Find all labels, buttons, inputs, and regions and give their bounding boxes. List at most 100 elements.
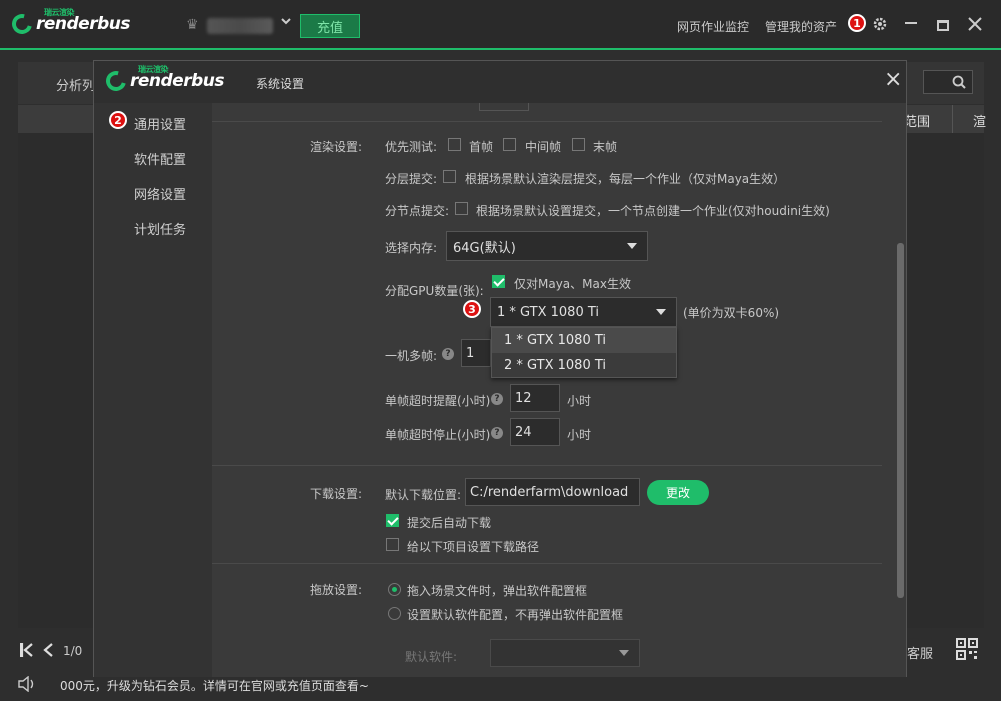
timeout-warn-label: 单帧超时提醒(小时) [385,394,491,408]
help-icon[interactable]: ? [491,427,503,439]
status-marquee: 000元，升级为钻石会员。详情可在官网或充值页面查看~ [60,679,369,693]
search-icon[interactable] [952,75,966,92]
column-render[interactable]: 渲 [973,111,986,130]
gpu-option[interactable]: 2 * GTX 1080 Ti [492,353,676,378]
divider [212,465,882,466]
qr-code-icon[interactable] [956,638,978,663]
auto-download-checkbox[interactable] [386,514,399,527]
sidebar-item-software[interactable]: 软件配置 [134,149,186,168]
crown-icon: ♛ [186,17,199,33]
column-range[interactable]: 范围 [904,111,930,130]
memory-select[interactable]: 64G(默认) [446,231,648,261]
close-window-icon[interactable] [967,16,983,35]
default-software-label: 默认软件: [405,650,458,664]
multi-frame-input[interactable]: 1 [461,339,491,367]
gpu-count-dropdown: 1 * GTX 1080 Ti 2 * GTX 1080 Ti [491,327,677,378]
minimize-icon[interactable] [905,22,917,24]
timeout-stop-input[interactable]: 24 [510,418,560,446]
speaker-icon[interactable] [17,675,37,695]
last-frame-checkbox[interactable] [572,138,585,151]
hour-unit: 小时 [567,428,592,442]
change-path-button[interactable]: 更改 [647,480,709,505]
node-submit-checkbox[interactable] [455,202,468,215]
divider [212,121,882,122]
dialog-title: 系统设置 [256,77,305,91]
dialog-logo: 瑞云渲染 renderbus [102,65,225,95]
first-frame-label: 首帧 [469,140,494,154]
drag-section-label: 拖放设置: [310,583,363,597]
recharge-button[interactable]: 充值 [300,14,360,38]
logo-icon [8,10,36,38]
chevron-down-icon[interactable] [280,15,292,27]
timeout-stop-label: 单帧超时停止(小时) [385,428,491,442]
logo-cn-text: 瑞云渲染 [44,8,75,17]
download-section-label: 下载设置: [310,487,363,501]
middle-frame-label: 中间帧 [525,140,562,154]
step-badge-2: 2 [109,111,127,129]
page-indicator: 1/0 [63,644,83,658]
gpu-price-note: (单价为双卡60%) [683,306,780,320]
first-page-icon[interactable] [19,641,35,662]
node-submit-label: 分节点提交: [385,204,450,218]
chevron-down-icon [656,309,666,315]
dialog-close-button[interactable]: × [884,69,902,91]
help-icon[interactable]: ? [442,348,454,360]
sidebar-item-network[interactable]: 网络设置 [134,184,186,203]
sidebar-item-schedule[interactable]: 计划任务 [134,219,186,238]
app-window: 瑞云渲染 renderbus ♛ 充值 网页作业监控 管理我的资产 1 分析列 范… [0,0,1001,701]
first-frame-checkbox[interactable] [448,138,461,151]
sidebar-item-general[interactable]: 通用设置 [134,114,186,133]
web-monitor-link[interactable]: 网页作业监控 [677,18,749,35]
default-software-select[interactable] [490,639,640,667]
layer-submit-checkbox[interactable] [443,170,456,183]
step-badge-3: 3 [463,300,481,318]
project-path-checkbox[interactable] [386,538,399,551]
prev-page-icon[interactable] [42,641,54,662]
top-bar: 瑞云渲染 renderbus ♛ 充值 网页作业监控 管理我的资产 1 [0,0,1001,50]
scroll-remnant [479,103,529,111]
column-divider [952,105,953,133]
settings-sidebar: 2 通用设置 软件配置 网络设置 计划任务 [94,103,212,677]
memory-value: 64G(默认) [453,240,516,256]
middle-frame-checkbox[interactable] [503,138,516,151]
gpu-only-checkbox[interactable] [492,275,505,288]
settings-dialog: 瑞云渲染 renderbus 系统设置 × 2 通用设置 软件配置 网络设置 计划… [93,60,907,677]
username-redacted[interactable] [207,18,273,34]
gpu-count-select[interactable]: 1 * GTX 1080 Ti [490,297,677,327]
render-section-label: 渲染设置: [310,140,363,154]
multi-frame-label: 一机多帧: [385,349,438,363]
customer-service-link[interactable]: 客服 [907,643,933,662]
logo-cn-text: 瑞云渲染 [138,65,169,74]
hour-unit: 小时 [567,394,592,408]
auto-download-label: 提交后自动下载 [407,516,492,530]
dialog-header: 瑞云渲染 renderbus 系统设置 × [94,61,906,103]
gpu-count-value: 1 * GTX 1080 Ti [497,304,599,320]
download-path-input[interactable]: C:/renderfarm\download [465,478,640,506]
last-frame-label: 末帧 [593,140,618,154]
layer-submit-text: 根据场景默认渲染层提交，每层一个作业（仅对Maya生效） [465,172,786,186]
timeout-warn-input[interactable]: 12 [510,384,560,412]
layer-submit-label: 分层提交: [385,172,438,186]
scrollbar-thumb[interactable] [897,243,904,598]
step-badge-1: 1 [848,14,866,32]
drag-default-label: 设置默认软件配置，不再弹出软件配置框 [407,608,624,622]
drag-popup-radio[interactable] [388,583,401,596]
app-logo: 瑞云渲染 renderbus [8,8,131,38]
gpu-option[interactable]: 1 * GTX 1080 Ti [492,328,676,353]
drag-default-radio[interactable] [388,607,401,620]
maximize-icon[interactable] [937,20,949,31]
node-submit-text: 根据场景默认设置提交，一个节点创建一个作业(仅对houdini生效) [476,204,830,218]
gpu-only-text: 仅对Maya、Max生效 [514,277,631,291]
help-icon[interactable]: ? [491,393,503,405]
settings-content: 渲染设置: 优先测试: 首帧 中间帧 末帧 分层提交: 根据场景默认渲染层提交，… [212,103,906,677]
gear-icon[interactable] [872,16,888,35]
drag-popup-label: 拖入场景文件时，弹出软件配置框 [407,584,588,598]
chevron-down-icon [619,650,629,656]
manage-assets-link[interactable]: 管理我的资产 [765,18,837,35]
tab-analysis[interactable]: 分析列 [56,75,95,94]
download-path-label: 默认下载位置: [385,488,462,502]
gpu-count-label: 分配GPU数量(张): [385,284,484,298]
divider [212,563,882,564]
priority-label: 优先测试: [385,140,438,154]
memory-label: 选择内存: [385,241,438,255]
